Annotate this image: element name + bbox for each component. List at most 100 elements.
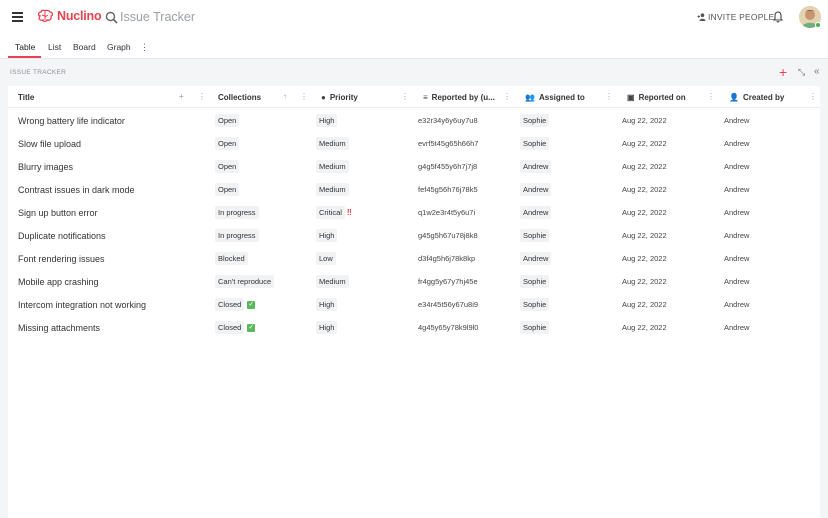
column-menu-icon[interactable]: ⋮ [503,92,511,101]
column-header-collections[interactable]: Collections [218,86,261,108]
assignee-cell[interactable]: Sophie [520,316,550,339]
menu-icon[interactable] [12,12,23,22]
compress-icon[interactable]: ⤡ [798,67,805,78]
assignee-cell[interactable]: Sophie [520,109,550,132]
issue-title[interactable]: Contrast issues in dark mode [18,178,135,201]
created-by-cell[interactable]: Andrew [724,132,749,155]
priority-cell[interactable]: Medium [316,155,349,178]
created-by-cell[interactable]: Andrew [724,270,749,293]
issue-title[interactable]: Duplicate notifications [18,224,106,247]
app-logo[interactable]: Nuclino [37,9,102,23]
created-by-cell[interactable]: Andrew [724,201,749,224]
reporter-cell[interactable]: g4g5f455y6h7j7j8 [418,155,477,178]
created-by-cell[interactable]: Andrew [724,247,749,270]
column-menu-icon[interactable]: ⋮ [707,92,715,101]
assignee-cell[interactable]: Andrew [520,201,552,224]
table-row[interactable]: Blurry images Open Medium g4g5f455y6h7j7j8 A… [8,155,820,178]
assignee-cell[interactable]: Andrew [520,155,552,178]
reporter-cell[interactable]: 4g45y65y78k9l9l0 [418,316,478,339]
reported-on-cell[interactable]: Aug 22, 2022 [622,247,667,270]
tab-graph[interactable]: Graph [107,42,131,52]
table-row[interactable]: Missing attachments Closed ✓ High 4g45y65y78… [8,316,820,339]
column-menu-icon[interactable]: ⋮ [401,92,409,101]
table-row[interactable]: Intercom integration not working Closed ✓ H… [8,293,820,316]
collapse-panel-icon[interactable]: « [814,66,820,77]
issue-title[interactable]: Mobile app crashing [18,270,99,293]
column-menu-icon[interactable]: ⋮ [809,92,817,101]
assignee-cell[interactable]: Andrew [520,178,552,201]
column-menu-icon[interactable]: ⋮ [300,92,308,101]
table-row[interactable]: Duplicate notifications In progress High g4… [8,224,820,247]
created-by-cell[interactable]: Andrew [724,293,749,316]
column-menu-icon[interactable]: ⋮ [605,92,613,101]
column-header-created-by[interactable]: 👤 Created by [729,86,784,108]
sort-icon[interactable]: ↑ [283,92,287,101]
collection-cell[interactable]: Closed ✓ [215,316,256,339]
assignee-cell[interactable]: Sophie [520,270,550,293]
issue-title[interactable]: Font rendering issues [18,247,105,270]
assignee-cell[interactable]: Sophie [520,293,550,316]
issue-title[interactable]: Wrong battery life indicator [18,109,125,132]
reported-on-cell[interactable]: Aug 22, 2022 [622,178,667,201]
reporter-cell[interactable]: g45g5h67u78j8k8 [418,224,478,247]
collection-cell[interactable]: Open [215,155,240,178]
issue-title[interactable]: Sign up button error [18,201,98,224]
reported-on-cell[interactable]: Aug 22, 2022 [622,270,667,293]
table-row[interactable]: Slow file upload Open Medium evrf5t45g65h66… [8,132,820,155]
priority-cell[interactable]: High [316,224,338,247]
tabs-more-icon[interactable]: ⋮ [140,42,149,53]
assignee-cell[interactable]: Sophie [520,132,550,155]
search-icon[interactable] [105,11,118,24]
collection-cell[interactable]: In progress [215,224,259,247]
column-header-assigned-to[interactable]: 👥 Assigned to [525,86,585,108]
table-row[interactable]: Contrast issues in dark mode Open Medium fe… [8,178,820,201]
table-row[interactable]: Mobile app crashing Can't reproduce Medium… [8,270,820,293]
created-by-cell[interactable]: Andrew [724,109,749,132]
issue-title[interactable]: Missing attachments [18,316,100,339]
issue-title[interactable]: Slow file upload [18,132,81,155]
assignee-cell[interactable]: Sophie [520,224,550,247]
priority-cell[interactable]: Critical ‼ [316,201,352,224]
reporter-cell[interactable]: e34r45t56y67u8i9 [418,293,478,316]
reported-on-cell[interactable]: Aug 22, 2022 [622,224,667,247]
collection-cell[interactable]: In progress [215,201,259,224]
column-menu-icon[interactable]: ⋮ [198,92,206,101]
reported-on-cell[interactable]: Aug 22, 2022 [622,316,667,339]
add-item-button[interactable]: + [779,65,787,79]
column-header-reported-by[interactable]: ≡ Reported by (u... [423,86,495,108]
column-header-title[interactable]: Title [18,86,34,108]
reporter-cell[interactable]: e32r34y6y6uy7u8 [418,109,478,132]
collection-cell[interactable]: Open [215,109,240,132]
collection-cell[interactable]: Can't reproduce [215,270,275,293]
collection-cell[interactable]: Open [215,132,240,155]
tab-table[interactable]: Table [15,42,35,52]
created-by-cell[interactable]: Andrew [724,316,749,339]
collection-cell[interactable]: Closed ✓ [215,293,256,316]
column-header-priority[interactable]: ● Priority [321,86,358,108]
priority-cell[interactable]: High [316,316,338,339]
reporter-cell[interactable]: d3f4g5h6j78k8kp [418,247,475,270]
table-row[interactable]: Sign up button error In progress Critical ‼… [8,201,820,224]
tab-board[interactable]: Board [73,42,96,52]
collection-cell[interactable]: Blocked [215,247,248,270]
created-by-cell[interactable]: Andrew [724,178,749,201]
priority-cell[interactable]: High [316,293,338,316]
reported-on-cell[interactable]: Aug 22, 2022 [622,293,667,316]
reported-on-cell[interactable]: Aug 22, 2022 [622,155,667,178]
reporter-cell[interactable]: evrf5t45g65h66h7 [418,132,478,155]
created-by-cell[interactable]: Andrew [724,224,749,247]
priority-cell[interactable]: Medium [316,270,349,293]
priority-cell[interactable]: Low [316,247,336,270]
column-header-reported-on[interactable]: ▣ Reported on [627,86,686,108]
bell-icon[interactable] [773,11,783,23]
priority-cell[interactable]: High [316,109,338,132]
reporter-cell[interactable]: fr4gg5y67y7hj45e [418,270,478,293]
search-input[interactable]: Issue Tracker [120,10,195,24]
issue-title[interactable]: Intercom integration not working [18,293,146,316]
reported-on-cell[interactable]: Aug 22, 2022 [622,109,667,132]
add-column-icon[interactable]: + [179,92,184,101]
assignee-cell[interactable]: Andrew [520,247,552,270]
tab-list[interactable]: List [48,42,61,52]
reported-on-cell[interactable]: Aug 22, 2022 [622,132,667,155]
table-row[interactable]: Font rendering issues Blocked Low d3f4g5h6j… [8,247,820,270]
